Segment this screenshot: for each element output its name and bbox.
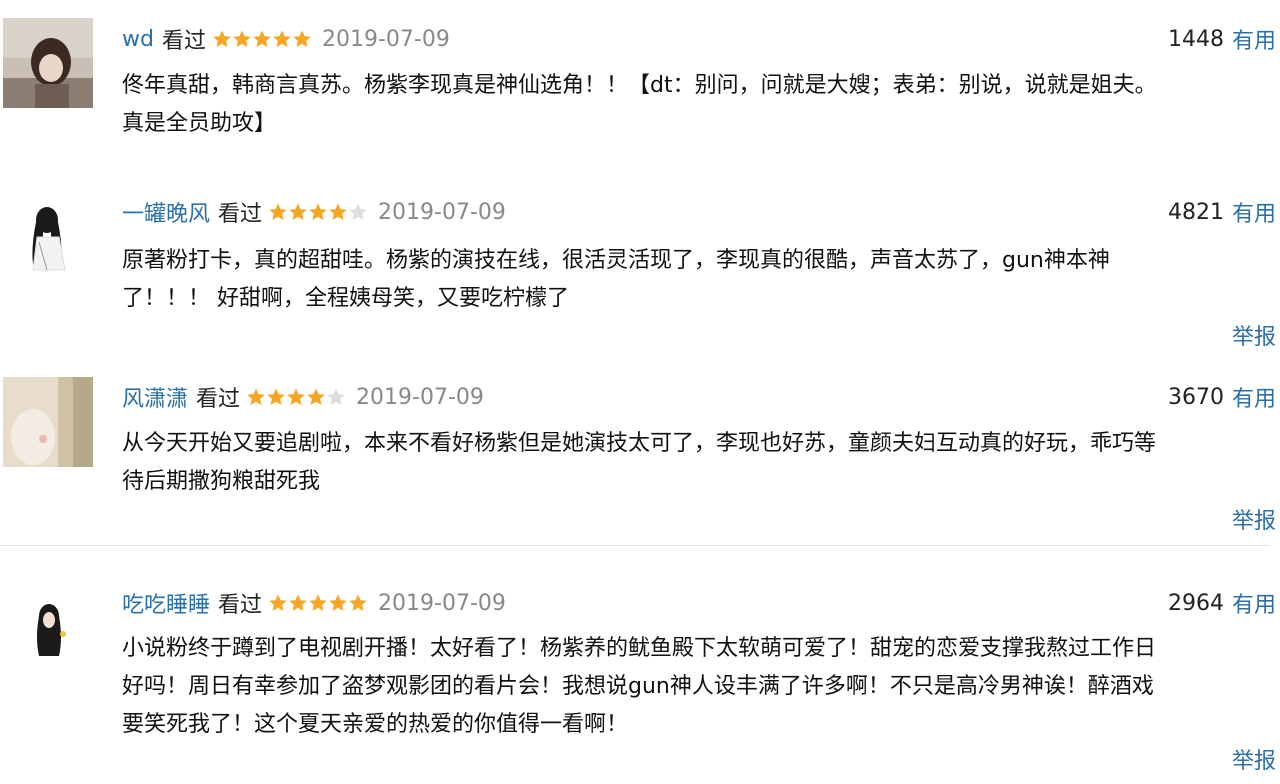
star-filled-icon (309, 594, 327, 611)
star-filled-icon (287, 388, 305, 405)
vote-area: 2964 有用 (1167, 587, 1276, 619)
avatar[interactable] (3, 18, 93, 108)
vote-count: 4821 (1167, 199, 1224, 225)
star-filled-icon (213, 30, 231, 47)
star-filled-icon (329, 594, 347, 611)
comment-text: 佟年真甜，韩商言真苏。杨紫李现真是神仙选角！！【dt：别问，问就是大嫂；表弟：别… (122, 73, 1157, 136)
useful-button[interactable]: 有用 (1232, 196, 1276, 228)
star-filled-icon (307, 388, 325, 405)
star-filled-icon (293, 30, 311, 47)
comment-header: wd 看过 2019-07-09 (122, 24, 450, 55)
report-button[interactable]: 举报 (1232, 319, 1276, 351)
vote-area: 1448 有用 (1167, 23, 1276, 55)
comment-header: 一罐晚风 看过 2019-07-09 (122, 196, 506, 228)
star-filled-icon (349, 594, 367, 611)
star-empty-icon (349, 203, 367, 220)
author-link[interactable]: 风潇潇 (122, 381, 188, 413)
star-filled-icon (267, 388, 285, 405)
rating-stars (212, 29, 312, 49)
comment-date: 2019-07-09 (321, 26, 450, 52)
avatar[interactable] (3, 377, 93, 467)
vote-count: 2964 (1167, 590, 1224, 616)
rating-stars (246, 387, 346, 407)
useful-button[interactable]: 有用 (1232, 381, 1276, 413)
star-filled-icon (269, 594, 287, 611)
author-link[interactable]: 吃吃睡睡 (122, 587, 210, 619)
watch-status: 看过 (161, 29, 206, 54)
comment-date: 2019-07-09 (378, 590, 506, 616)
star-empty-icon (327, 388, 345, 405)
comment-header: 吃吃睡睡 看过 2019-07-09 (122, 587, 506, 619)
star-filled-icon (269, 203, 287, 220)
watch-status: 看过 (218, 202, 263, 227)
author-link[interactable]: 一罐晚风 (122, 196, 210, 228)
useful-button[interactable]: 有用 (1232, 23, 1276, 55)
author-link[interactable]: wd (122, 27, 154, 52)
useful-button[interactable]: 有用 (1232, 587, 1276, 619)
comment-text: 从今天开始又要追剧啦，本来不看好杨紫但是她演技太可了，李现也好苏，童颜夫妇互动真… (122, 431, 1157, 494)
vote-area: 4821 有用 (1167, 196, 1276, 228)
watch-status: 看过 (196, 387, 241, 412)
divider (0, 545, 1270, 546)
vote-area: 3670 有用 (1167, 381, 1276, 413)
watch-status: 看过 (218, 593, 263, 618)
rating-stars (268, 593, 368, 613)
comment-text: 原著粉打卡，真的超甜哇。杨紫的演技在线，很活灵活现了，李现真的很酷，声音太苏了，… (122, 248, 1110, 311)
star-filled-icon (233, 30, 251, 47)
star-filled-icon (289, 203, 307, 220)
vote-count: 3670 (1167, 384, 1224, 410)
report-button[interactable]: 举报 (1232, 743, 1276, 775)
star-filled-icon (253, 30, 271, 47)
star-filled-icon (273, 30, 291, 47)
rating-stars (268, 202, 368, 222)
star-filled-icon (247, 388, 265, 405)
avatar[interactable] (3, 192, 93, 282)
star-filled-icon (309, 203, 327, 220)
comment-date: 2019-07-09 (356, 384, 484, 410)
comment-header: 风潇潇 看过 2019-07-09 (122, 381, 484, 413)
comment-text: 小说粉终于蹲到了电视剧开播！太好看了！杨紫养的鱿鱼殿下太软萌可爱了！甜宠的恋爱支… (122, 636, 1157, 737)
avatar[interactable] (3, 588, 93, 678)
comment-date: 2019-07-09 (378, 199, 506, 225)
star-filled-icon (329, 203, 347, 220)
star-filled-icon (289, 594, 307, 611)
report-button[interactable]: 举报 (1232, 503, 1276, 535)
vote-count: 1448 (1167, 26, 1224, 52)
